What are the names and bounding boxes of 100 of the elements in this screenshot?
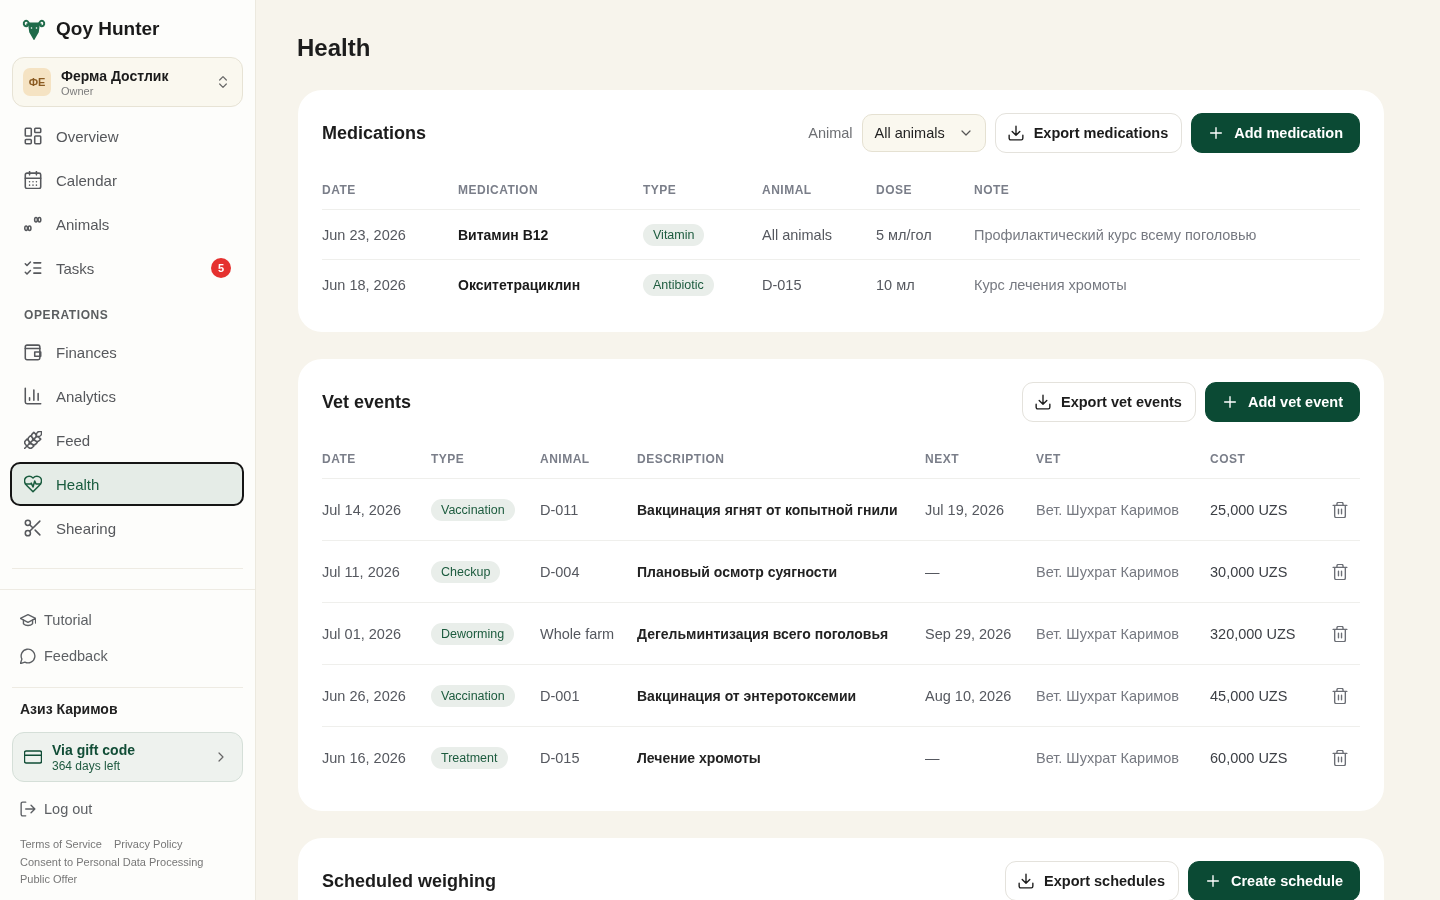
sidebar-link[interactable]: Feedback: [12, 638, 243, 674]
chevron-up-down-icon: [216, 75, 230, 89]
export-medications-button[interactable]: Export medications: [994, 113, 1183, 153]
checklist-icon: [24, 259, 42, 277]
add-vet-event-button[interactable]: Add vet event: [1204, 382, 1360, 422]
table-cell: Дегельминтизация всего поголовья: [637, 625, 889, 642]
table-cell: All animals: [762, 226, 833, 243]
farm-avatar: ФЕ: [23, 68, 51, 96]
table-cell: Jun 23, 2026: [322, 226, 406, 243]
table-cell: Whole farm: [540, 625, 615, 642]
logout-link[interactable]: Log out: [12, 797, 93, 821]
trash-icon[interactable]: [1332, 625, 1348, 642]
table-cell: Окситетрациклин: [458, 276, 581, 293]
table-cell: 60,000 UZS: [1210, 749, 1288, 766]
column-header: NEXT: [925, 451, 960, 466]
nav-item[interactable]: Calendar: [12, 158, 243, 202]
table-cell: Вет. Шухрат Каримов: [1036, 687, 1180, 704]
brand-name: Qoy Hunter: [56, 18, 160, 40]
count-badge: 5: [211, 258, 231, 278]
table-cell: 45,000 UZS: [1210, 687, 1288, 704]
subscription-days-left: 364 days left: [52, 758, 122, 773]
table-cell: Jul 01, 2026: [322, 625, 401, 642]
farm-name: Ферма Достлик: [61, 67, 169, 84]
sidebar-link[interactable]: Tutorial: [12, 602, 243, 638]
create-schedule-button[interactable]: Create schedule: [1187, 861, 1360, 900]
farm-role: Owner: [61, 84, 95, 97]
wheat-icon: [24, 431, 42, 449]
column-header: ANIMAL: [762, 182, 813, 197]
scissors-icon: [24, 519, 42, 537]
column-header: COST: [1210, 451, 1247, 466]
column-header: DOSE: [876, 182, 913, 197]
nav-item[interactable]: Finances: [12, 330, 243, 374]
plus-icon: [1208, 125, 1225, 141]
table-cell: Вет. Шухрат Каримов: [1036, 625, 1180, 642]
credit-card-icon: [24, 748, 42, 766]
table-cell: Лечение хромоты: [637, 749, 761, 766]
subscription-card[interactable]: Via gift code 364 days left: [12, 732, 243, 782]
trash-icon[interactable]: [1332, 687, 1348, 704]
column-header: DATE: [322, 182, 357, 197]
filter-label: Animal: [808, 125, 853, 141]
table-cell: 5 мл/гол: [876, 226, 932, 243]
column-header: TYPE: [643, 182, 678, 197]
type-tag: Vaccination: [431, 684, 515, 707]
table-cell: Sep 29, 2026: [925, 625, 1012, 642]
table-cell: 30,000 UZS: [1210, 563, 1288, 580]
table-cell: Jul 11, 2026: [322, 563, 400, 580]
table-cell: Курс лечения хромоты: [974, 276, 1127, 293]
table-cell: D-015: [762, 276, 802, 293]
table-cell: —: [925, 749, 940, 766]
nav-item[interactable]: Health: [10, 462, 244, 506]
footer-link[interactable]: Consent to Personal Data Processing: [20, 853, 204, 871]
table-cell: Вакцинация ягнят от копытной гнили: [637, 501, 898, 518]
table-cell: Jun 26, 2026: [322, 687, 406, 704]
hoof-prints-icon: [24, 215, 42, 233]
nav-item[interactable]: Shearing: [12, 506, 243, 550]
section-title: Scheduled weighing: [322, 870, 496, 892]
subscription-title: Via gift code: [52, 741, 135, 758]
trash-icon[interactable]: [1332, 501, 1348, 518]
table-cell: Jun 18, 2026: [322, 276, 406, 293]
section-title: Medications: [322, 122, 427, 144]
export-vet-events-button[interactable]: Export vet events: [1022, 382, 1196, 422]
farm-switcher[interactable]: ФЕ Ферма Достлик Owner: [12, 57, 243, 107]
type-tag: Treatment: [431, 746, 508, 769]
table-cell: Витамин B12: [458, 226, 549, 243]
footer-link[interactable]: Public Offer: [20, 871, 78, 889]
user-name: Азиз Каримов: [19, 700, 119, 718]
logout-icon: [20, 801, 36, 817]
table-cell: Jun 16, 2026: [322, 749, 406, 766]
nav-item[interactable]: Analytics: [12, 374, 243, 418]
table-cell: D-011: [540, 501, 579, 518]
table-cell: 25,000 UZS: [1210, 501, 1288, 518]
table-cell: Jul 19, 2026: [925, 501, 1004, 518]
nav-item[interactable]: Tasks 5: [12, 246, 243, 290]
trash-icon[interactable]: [1332, 563, 1348, 580]
column-header: NOTE: [974, 182, 1011, 197]
type-tag: Antibiotic: [643, 273, 714, 296]
add-medication-button[interactable]: Add medication: [1191, 113, 1360, 153]
download-icon: [1007, 125, 1024, 141]
dashboard-icon: [24, 127, 42, 145]
table-cell: —: [925, 563, 940, 580]
nav-item[interactable]: Animals: [12, 202, 243, 246]
nav-item[interactable]: Overview: [12, 114, 243, 158]
footer-link[interactable]: Terms of Service: [20, 836, 102, 854]
nav-item[interactable]: Feed: [12, 418, 243, 462]
table-cell: Вет. Шухрат Каримов: [1036, 563, 1180, 580]
trash-icon[interactable]: [1332, 749, 1348, 766]
speech-bubble-icon: [20, 648, 36, 664]
download-icon: [1018, 873, 1035, 889]
table-cell: Jul 14, 2026: [322, 501, 401, 518]
export-schedules-button[interactable]: Export schedules: [1005, 861, 1179, 900]
column-header: TYPE: [431, 451, 466, 466]
bar-chart-icon: [24, 387, 42, 405]
footer-link[interactable]: Privacy Policy: [113, 836, 183, 854]
type-tag: Checkup: [431, 560, 501, 583]
table-cell: 320,000 UZS: [1210, 625, 1296, 642]
plus-icon: [1204, 873, 1221, 889]
download-icon: [1035, 394, 1051, 410]
column-header: DESCRIPTION: [637, 451, 726, 466]
wallet-icon: [24, 343, 42, 361]
animal-select[interactable]: All animals: [861, 114, 986, 152]
